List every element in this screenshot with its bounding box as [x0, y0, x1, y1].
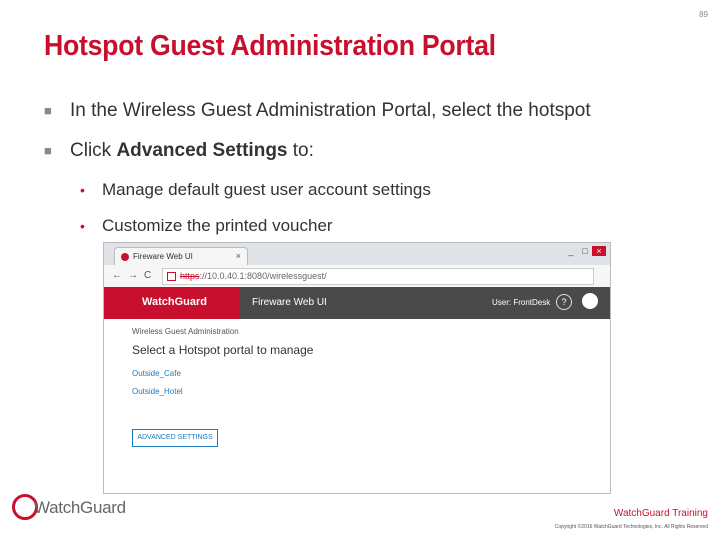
maximize-icon[interactable]: □ [578, 246, 592, 256]
browser-tab-strip: Fireware Web UI × _ □ × [104, 243, 610, 266]
bullet-text-prefix: Click [70, 140, 117, 161]
square-bullet-icon: ■ [44, 103, 52, 118]
training-label: WatchGuard Training [613, 508, 708, 519]
close-tab-icon[interactable]: × [236, 251, 241, 261]
app-header: WatchGuard Fireware Web UI User: FrontDe… [104, 287, 610, 319]
bullet-text: In the Wireless Guest Administration Por… [70, 100, 591, 121]
breadcrumb: Wireless Guest Administration [132, 327, 239, 336]
url-field[interactable]: https://10.0.40.1:8080/wirelessguest/ [162, 268, 594, 285]
footer-logo-text: WatchGuard [34, 498, 126, 517]
dot-bullet-icon: • [80, 218, 85, 234]
help-icon[interactable]: ? [556, 294, 572, 310]
bullet-text-bold: Advanced Settings [116, 140, 288, 161]
hotspot-link-outside-cafe[interactable]: Outside_Cafe [132, 369, 181, 378]
advanced-settings-button[interactable]: ADVANCED SETTINGS [132, 429, 218, 447]
bullet-text-suffix: to: [287, 140, 314, 161]
browser-screenshot: Fireware Web UI × _ □ × ← → C https://10.0… [103, 242, 611, 494]
url-path: ://10.0.40.1:8080/wirelessguest/ [199, 271, 327, 281]
watchguard-logo: WatchGuard [104, 287, 240, 319]
page-number: 89 [699, 10, 708, 19]
tab-title: Fireware Web UI [133, 252, 193, 261]
bullet-item: ■ Click Advanced Settings to: [44, 138, 704, 164]
sub-bullet-item: • Customize the printed voucher [44, 214, 704, 238]
bullet-item: ■ In the Wireless Guest Administration P… [44, 98, 704, 124]
square-bullet-icon: ■ [44, 143, 52, 158]
address-bar: ← → C https://10.0.40.1:8080/wirelessgue… [104, 265, 610, 288]
avatar[interactable] [582, 293, 598, 309]
bullet-list: ■ In the Wireless Guest Administration P… [44, 98, 704, 250]
back-icon[interactable]: ← [112, 270, 122, 281]
url-scheme: https [180, 271, 200, 281]
close-window-icon[interactable]: × [592, 246, 606, 256]
lock-icon [167, 272, 176, 282]
forward-icon[interactable]: → [128, 270, 138, 281]
sub-bullet-text: Manage default guest user account settin… [102, 180, 431, 199]
favicon-icon [121, 253, 129, 261]
sub-bullet-item: • Manage default guest user account sett… [44, 178, 704, 202]
sub-bullet-text: Customize the printed voucher [102, 216, 333, 235]
portal-content: Wireless Guest Administration Select a H… [104, 319, 610, 493]
browser-tab[interactable]: Fireware Web UI × [114, 247, 248, 266]
page-title: Hotspot Guest Administration Portal [44, 30, 496, 62]
copyright-text: Copyright ©2016 WatchGuard Technologies,… [554, 524, 708, 530]
watchguard-footer-logo: WatchGuard [12, 494, 126, 524]
minimize-icon[interactable]: _ [564, 246, 578, 256]
user-label: User: FrontDesk [492, 298, 551, 307]
reload-icon[interactable]: C [144, 270, 151, 281]
logo-text: WatchGuard [142, 296, 207, 308]
dot-bullet-icon: • [80, 182, 85, 198]
app-name: Fireware Web UI [252, 297, 327, 308]
hotspot-link-outside-hotel[interactable]: Outside_Hotel [132, 387, 183, 396]
section-heading: Select a Hotspot portal to manage [132, 343, 314, 357]
window-controls: _ □ × [564, 246, 606, 256]
